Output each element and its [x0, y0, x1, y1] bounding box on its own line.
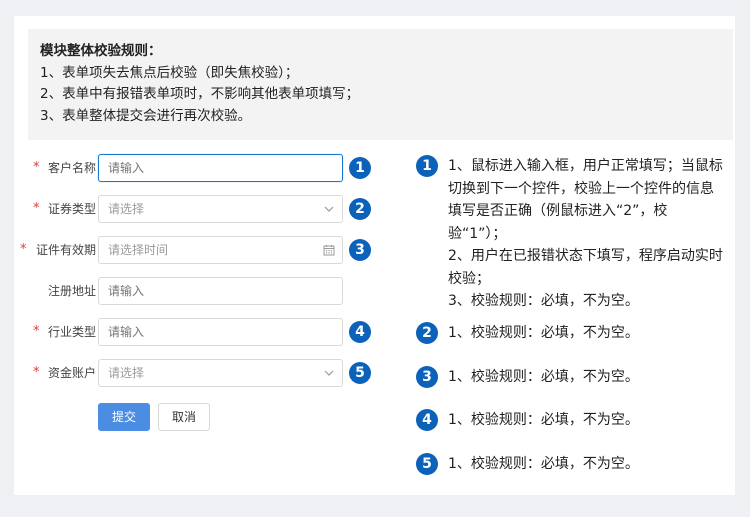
annotation-badge-4: 4: [349, 321, 371, 343]
form-card: 模块整体校验规则： 1、表单项失去焦点后校验（即失焦校验）； 2、表单中有报错表…: [14, 16, 735, 495]
rules-panel: 模块整体校验规则： 1、表单项失去焦点后校验（即失焦校验）； 2、表单中有报错表…: [28, 29, 733, 140]
customer-name-label: 客户名称: [47, 161, 96, 175]
required-mark: *: [33, 324, 40, 339]
required-mark: *: [33, 160, 40, 175]
industry-type-input[interactable]: [98, 318, 343, 346]
id-validity-date-picker[interactable]: 请选择时间: [98, 236, 343, 264]
form-row-customer-name: * 客户名称 1: [14, 154, 374, 182]
note-1-line-3: 3、校验规则：必填，不为空。: [448, 293, 639, 309]
form-row-id-validity: * 证件有效期 请选择时间 3: [14, 236, 374, 264]
note-3-line-1: 1、校验规则：必填，不为空。: [448, 369, 639, 385]
note-badge-5: 5: [416, 453, 438, 475]
submit-button[interactable]: 提交: [98, 403, 150, 431]
cancel-button[interactable]: 取消: [158, 403, 210, 431]
industry-type-label: 行业类型: [47, 325, 96, 339]
note-badge-3: 3: [416, 366, 438, 388]
form-row-security-type: * 证券类型 请选择 2: [14, 195, 374, 223]
note-1-line-1: 1、鼠标进入输入框，用户正常填写；当鼠标切换到下一个控件，校验上一个控件的信息填…: [448, 158, 723, 242]
required-mark: *: [33, 365, 40, 380]
required-mark: *: [20, 242, 27, 257]
registered-address-input[interactable]: [98, 277, 343, 305]
customer-name-input[interactable]: [98, 154, 343, 182]
note-4-line-1: 1、校验规则：必填，不为空。: [448, 412, 639, 428]
annotation-badge-3: 3: [349, 239, 371, 261]
registered-address-label: 注册地址: [47, 284, 96, 298]
form-row-registered-address: 注册地址: [14, 277, 374, 305]
note-2-text: 1、校验规则：必填，不为空。: [448, 322, 723, 345]
required-mark: *: [33, 201, 40, 216]
security-type-placeholder: 请选择: [108, 202, 145, 216]
security-type-select[interactable]: 请选择: [98, 195, 343, 223]
note-5-line-1: 1、校验规则：必填，不为空。: [448, 456, 639, 472]
rules-title: 模块整体校验规则：: [40, 43, 162, 59]
note-2-line-1: 1、校验规则：必填，不为空。: [448, 325, 639, 341]
id-validity-label: 证件有效期: [35, 243, 96, 257]
note-4-text: 1、校验规则：必填，不为空。: [448, 409, 723, 432]
annotation-badge-2: 2: [349, 198, 371, 220]
fund-account-select[interactable]: 请选择: [98, 359, 343, 387]
rules-line-3: 3、表单整体提交会进行再次校验。: [40, 107, 252, 124]
form-row-industry-type: * 行业类型 4: [14, 318, 374, 346]
note-1-line-2: 2、用户在已报错状态下填写，程序启动实时校验；: [448, 248, 723, 287]
note-1-text: 1、鼠标进入输入框，用户正常填写；当鼠标切换到下一个控件，校验上一个控件的信息填…: [448, 155, 723, 313]
chevron-down-icon: [324, 206, 334, 212]
annotation-badge-5: 5: [349, 362, 371, 384]
annotation-badge-1: 1: [349, 157, 371, 179]
form-row-fund-account: * 资金账户 请选择 5: [14, 359, 374, 387]
chevron-down-icon: [324, 370, 334, 376]
calendar-icon: [323, 245, 335, 256]
fund-account-label: 资金账户: [47, 366, 96, 380]
note-3-text: 1、校验规则：必填，不为空。: [448, 366, 723, 389]
note-badge-2: 2: [416, 322, 438, 344]
rules-line-2: 2、表单中有报错表单项时，不影响其他表单项填写；: [40, 86, 360, 102]
rules-line-1: 1、表单项失去焦点后校验（即失焦校验）；: [40, 64, 299, 81]
note-badge-1: 1: [416, 155, 438, 177]
note-5-text: 1、校验规则：必填，不为空。: [448, 453, 723, 476]
id-validity-placeholder: 请选择时间: [108, 243, 169, 257]
fund-account-placeholder: 请选择: [108, 366, 145, 380]
security-type-label: 证券类型: [47, 202, 96, 216]
note-badge-4: 4: [416, 409, 438, 431]
